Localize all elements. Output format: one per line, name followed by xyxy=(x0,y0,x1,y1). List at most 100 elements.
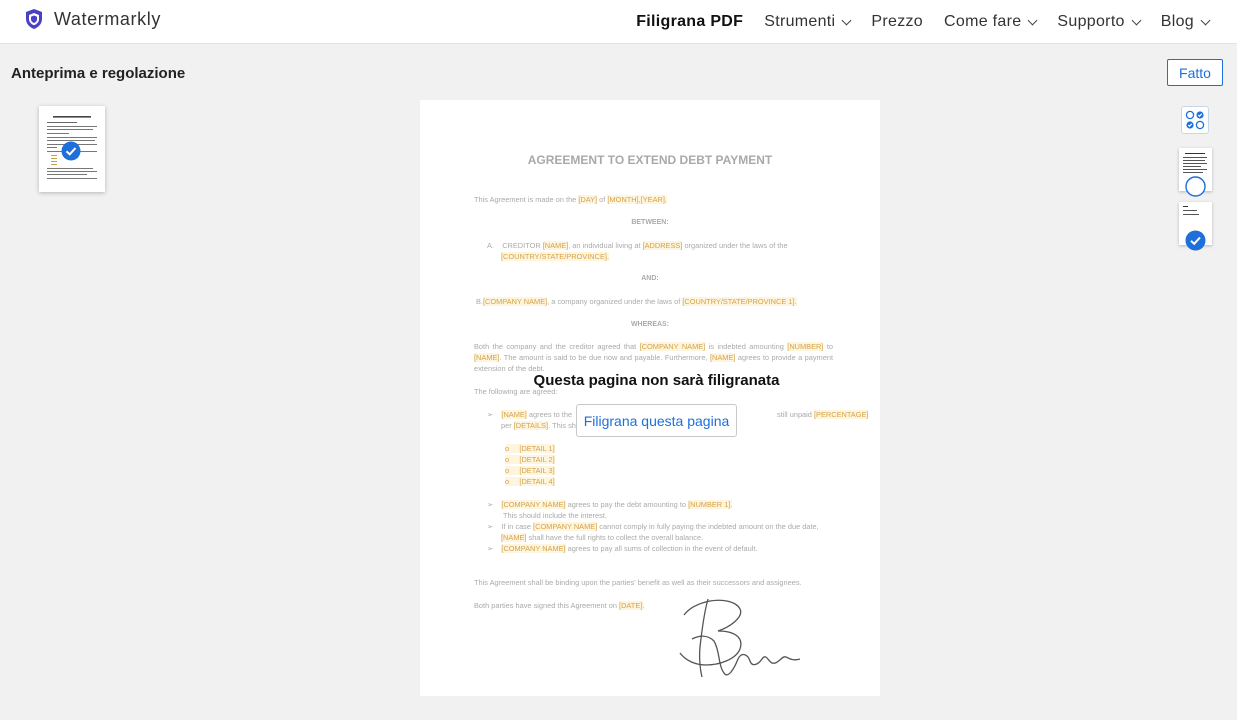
chevron-down-icon xyxy=(1131,15,1142,25)
doc-text: organized under the laws of the xyxy=(682,241,788,250)
document-line: still unpaid [PERCENTAGE] xyxy=(777,409,869,420)
document-bullet: ➢ [COMPANY NAME] agrees to pay the debt … xyxy=(487,500,733,509)
doc-placeholder: [DETAIL 3] xyxy=(519,466,555,475)
brand[interactable]: Watermarkly xyxy=(24,8,161,30)
doc-placeholder: [DETAILS] xyxy=(513,421,549,430)
doc-placeholder: [NAME] xyxy=(501,533,527,542)
select-all-pages-button[interactable] xyxy=(1181,106,1209,134)
chevron-down-icon xyxy=(1027,15,1038,25)
nav-label: Come fare xyxy=(944,13,1022,30)
document-line: This Agreement shall be binding upon the… xyxy=(474,578,802,587)
doc-placeholder: [COUNTRY/STATE/PROVINCE]. xyxy=(501,252,609,261)
doc-text: , a company organized under the laws of xyxy=(547,297,683,306)
top-navigation-bar: Watermarkly Filigrana PDF Strumenti Prez… xyxy=(0,0,1237,44)
page-thumbnail-1[interactable] xyxy=(1179,148,1212,197)
nav-label: Filigrana PDF xyxy=(636,13,744,30)
document-sublist-item: o [DETAIL 4] xyxy=(505,477,555,486)
doc-placeholder: [NAME] xyxy=(709,353,736,362)
done-button[interactable]: Fatto xyxy=(1167,59,1223,86)
doc-placeholder: [PERCENTAGE] xyxy=(813,410,869,419)
doc-text: cannot comply in fully paying the indebt… xyxy=(597,522,819,531)
doc-placeholder: [COMPANY NAME] xyxy=(533,522,598,531)
document-heading: AND: xyxy=(641,275,659,282)
shield-logo-icon xyxy=(26,9,42,29)
document-heading: WHEREAS: xyxy=(630,321,670,328)
nav-item-supporto[interactable]: Supporto xyxy=(1057,13,1142,31)
brand-name: Watermarkly xyxy=(54,8,161,29)
doc-text: . The amount is said to be due now and p… xyxy=(499,353,710,362)
page-thumbnail-2[interactable] xyxy=(1179,202,1212,251)
nav-label: Blog xyxy=(1160,13,1194,30)
doc-text: A. xyxy=(487,241,494,250)
doc-text: This Agreement is made on the xyxy=(474,195,579,204)
document-sublist-item: o [DETAIL 2] xyxy=(505,455,555,464)
nav-label: Supporto xyxy=(1057,13,1125,30)
document-line: [COUNTRY/STATE/PROVINCE]. xyxy=(501,251,609,262)
doc-placeholder: [DETAIL 2] xyxy=(519,455,555,464)
document-line: per [DETAILS]. This sho xyxy=(501,420,580,431)
doc-placeholder: [COMPANY NAME] xyxy=(501,500,566,509)
nav-item-strumenti[interactable]: Strumenti xyxy=(764,13,852,31)
document-bullet: ➢ If in case [COMPANY NAME] cannot compl… xyxy=(487,522,819,531)
nav-item-come-fare[interactable]: Come fare xyxy=(944,13,1038,31)
grid-select-icon xyxy=(1185,110,1205,130)
unchecked-circle-icon[interactable] xyxy=(1185,176,1206,197)
document-line: Both parties have signed this Agreement … xyxy=(474,600,645,611)
doc-placeholder: [DATE]. xyxy=(619,601,645,610)
doc-text: is indebted amounting xyxy=(705,342,788,351)
doc-placeholder: [NAME] xyxy=(474,353,500,362)
doc-text: agrees to pay the debt amounting to xyxy=(565,500,689,509)
document-line: [NAME] shall have the full rights to col… xyxy=(501,532,703,543)
check-circle-icon xyxy=(61,141,81,161)
document-line: This Agreement is made on the [DAY] of [… xyxy=(474,194,667,205)
doc-placeholder: [DAY] xyxy=(578,195,598,204)
nav-item-prezzo[interactable]: Prezzo xyxy=(871,13,923,31)
doc-text: agrees to pay all sums of collection in … xyxy=(565,544,758,553)
doc-text: per xyxy=(501,421,514,430)
document-line: B.[COMPANY NAME], a company organized un… xyxy=(476,296,797,307)
doc-placeholder: [DETAIL 1] xyxy=(519,444,555,453)
doc-text: Both the company and the creditor agreed… xyxy=(474,342,640,351)
document-page-preview: AGREEMENT TO EXTEND DEBT PAYMENT This Ag… xyxy=(420,100,880,696)
doc-text: B. xyxy=(476,297,483,306)
doc-placeholder: [DETAIL 4] xyxy=(519,477,555,486)
doc-text: of xyxy=(597,195,608,204)
document-title: AGREEMENT TO EXTEND DEBT PAYMENT xyxy=(527,153,773,167)
doc-placeholder: [NAME] xyxy=(542,241,569,250)
doc-placeholder: [NUMBER] xyxy=(787,342,824,351)
document-heading: BETWEEN: xyxy=(631,219,669,226)
watermark-this-page-button[interactable]: Filigrana questa pagina xyxy=(576,404,737,437)
nav-item-filigrana-pdf[interactable]: Filigrana PDF xyxy=(636,13,743,31)
document-bullet: ➢ [NAME] agrees to the xyxy=(487,410,573,419)
doc-placeholder: [COMPANY NAME] xyxy=(482,297,548,306)
doc-placeholder: [COMPANY NAME] xyxy=(501,544,566,553)
doc-placeholder: [COUNTRY/STATE/PROVINCE 1]. xyxy=(682,297,797,306)
doc-placeholder: [ADDRESS] xyxy=(642,241,683,250)
doc-text: , an individual living at xyxy=(568,241,643,250)
main-nav: Filigrana PDF Strumenti Prezzo Come fare… xyxy=(636,0,1211,44)
doc-text: CREDITOR xyxy=(502,241,543,250)
doc-placeholder: [NUMBER 1]. xyxy=(688,500,733,509)
doc-text: agrees to the xyxy=(526,410,573,419)
doc-placeholder: [MONTH],[YEAR]. xyxy=(607,195,667,204)
chevron-down-icon xyxy=(841,15,852,25)
document-paragraph: Both the company and the creditor agreed… xyxy=(474,341,833,374)
nav-label: Prezzo xyxy=(871,13,924,30)
overlay-message: Questa pagina non sarà filigranata xyxy=(533,372,780,389)
doc-text: to xyxy=(823,342,834,351)
page-title: Anteprima e regolazione xyxy=(11,65,186,82)
document-line: A. CREDITOR [NAME], an individual living… xyxy=(487,240,788,251)
signature-image xyxy=(679,598,801,678)
document-sublist-item: o [DETAIL 3] xyxy=(505,466,555,475)
document-bullet: ➢ [COMPANY NAME] agrees to pay all sums … xyxy=(487,544,758,553)
page-thumbnail-selected[interactable] xyxy=(39,106,105,192)
chevron-down-icon xyxy=(1200,15,1211,25)
document-line: This should include the interest. xyxy=(503,511,607,520)
doc-text: shall have the full rights to collect th… xyxy=(526,533,704,542)
doc-placeholder: [NAME] xyxy=(501,410,527,419)
nav-item-blog[interactable]: Blog xyxy=(1160,13,1211,31)
doc-placeholder: [COMPANY NAME] xyxy=(639,342,706,351)
nav-label: Strumenti xyxy=(764,13,836,30)
doc-text: still unpaid xyxy=(777,410,814,419)
check-circle-icon[interactable] xyxy=(1185,230,1206,251)
